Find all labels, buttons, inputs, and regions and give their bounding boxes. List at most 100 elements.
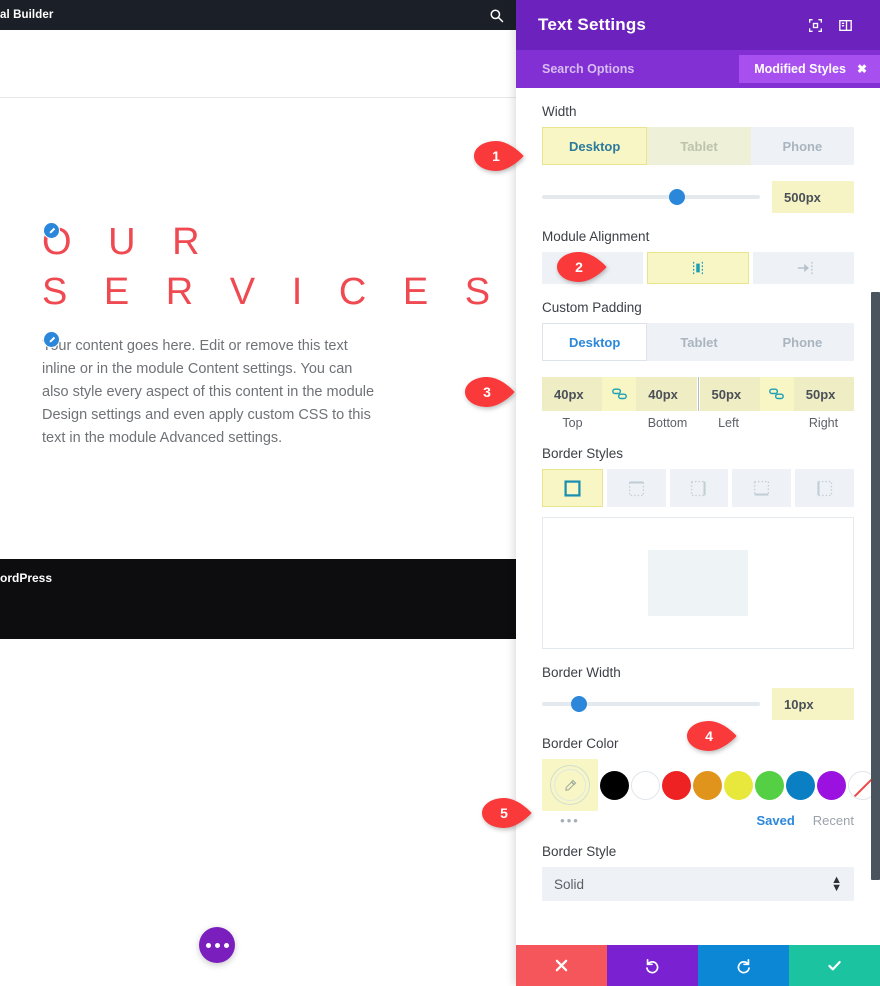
border-top-button[interactable] bbox=[606, 469, 666, 507]
section-border-styles: Border Styles bbox=[542, 446, 854, 649]
border-bottom-button[interactable] bbox=[732, 469, 792, 507]
text-module[interactable]: O U R S E R V I C E S Your content goes … bbox=[42, 217, 504, 450]
swatch-purple[interactable] bbox=[817, 770, 846, 800]
ellipsis-icon bbox=[214, 942, 220, 948]
module-heading-line-1: O U R bbox=[42, 221, 213, 263]
callout-number: 3 bbox=[483, 384, 491, 400]
callout-marker-5: 5 bbox=[480, 798, 532, 828]
width-label: Width bbox=[542, 104, 577, 119]
page-footer-text: ordPress bbox=[0, 571, 53, 585]
width-device-phone[interactable]: Phone bbox=[750, 127, 854, 165]
border-right-button[interactable] bbox=[669, 469, 729, 507]
builder-menu-button[interactable] bbox=[199, 927, 235, 963]
width-device-desktop[interactable]: Desktop bbox=[542, 127, 648, 165]
close-icon[interactable]: ✖ bbox=[857, 62, 867, 76]
swatch-yellow[interactable] bbox=[724, 770, 753, 800]
chain-link-icon[interactable] bbox=[759, 377, 794, 411]
section-width: Width Desktop Tablet Phone 500px bbox=[542, 104, 854, 213]
callout-marker-4: 4 bbox=[685, 721, 737, 751]
border-width-slider-track[interactable] bbox=[542, 696, 760, 712]
save-button[interactable] bbox=[789, 945, 880, 986]
chain-link-icon[interactable] bbox=[602, 377, 637, 411]
edit-pencil-icon[interactable] bbox=[44, 332, 59, 347]
width-slider-track[interactable] bbox=[542, 189, 760, 205]
callout-marker-2: 2 bbox=[555, 252, 607, 282]
callout-number: 5 bbox=[500, 805, 508, 821]
border-width-value-field[interactable]: 10px bbox=[772, 688, 854, 720]
text-settings-panel: Text Settings Search Options Modified St… bbox=[516, 0, 880, 986]
module-body-text: Your content goes here. Edit or remove t… bbox=[42, 338, 375, 446]
callout-marker-1: 1 bbox=[472, 141, 524, 171]
border-style-value: Solid bbox=[554, 876, 585, 892]
panel-scroll-body: Width Desktop Tablet Phone 500px Module … bbox=[516, 88, 880, 945]
panel-scrollbar[interactable] bbox=[871, 292, 880, 880]
padding-bottom-input[interactable]: 40px bbox=[636, 377, 697, 411]
swatch-green[interactable] bbox=[755, 770, 784, 800]
color-meta-row: ••• Saved Recent bbox=[542, 813, 854, 828]
search-icon[interactable] bbox=[481, 0, 511, 30]
border-styles-options bbox=[542, 469, 854, 507]
border-all-button[interactable] bbox=[542, 469, 603, 507]
border-width-label: Border Width bbox=[542, 665, 621, 680]
swatch-black[interactable] bbox=[600, 770, 629, 800]
border-styles-label: Border Styles bbox=[542, 446, 624, 461]
panel-header: Text Settings bbox=[516, 0, 880, 50]
focus-target-icon[interactable] bbox=[802, 12, 828, 38]
padding-bottom-label: Bottom bbox=[647, 416, 688, 430]
swatch-blue[interactable] bbox=[786, 770, 815, 800]
padding-top-label: Top bbox=[562, 416, 583, 430]
panel-footer-actions bbox=[516, 945, 880, 986]
border-style-label: Border Style bbox=[542, 844, 617, 859]
eyedropper-button[interactable] bbox=[542, 759, 598, 811]
padding-label-spacer bbox=[759, 416, 793, 430]
eyedropper-ring-inner bbox=[554, 769, 586, 801]
swatch-red[interactable] bbox=[662, 770, 691, 800]
module-heading: O U R S E R V I C E S bbox=[42, 217, 504, 317]
border-width-slider-row: 10px bbox=[542, 688, 854, 720]
padding-left-input[interactable]: 50px bbox=[699, 377, 760, 411]
callout-number: 4 bbox=[705, 728, 713, 744]
search-options-label: Search Options bbox=[542, 62, 635, 76]
padding-inputs-row: 40px 40px 50px 50px bbox=[542, 377, 854, 411]
border-style-select[interactable]: Solid ▲ ▼ bbox=[542, 867, 854, 901]
tab-saved-colors[interactable]: Saved bbox=[756, 813, 794, 828]
padding-top-input[interactable]: 40px bbox=[542, 377, 603, 411]
padding-left-label: Left bbox=[718, 416, 739, 430]
align-center-button[interactable] bbox=[646, 252, 750, 284]
border-width-slider-knob[interactable] bbox=[571, 696, 588, 712]
width-slider-knob[interactable] bbox=[669, 189, 686, 205]
modified-styles-filter[interactable]: Modified Styles ✖ bbox=[739, 55, 880, 83]
padding-device-phone[interactable]: Phone bbox=[750, 323, 854, 361]
edit-pencil-icon[interactable] bbox=[44, 223, 59, 238]
padding-labels-row: Top Bottom Left Right bbox=[542, 416, 854, 430]
width-device-toggle: Desktop Tablet Phone bbox=[542, 127, 854, 165]
section-custom-padding: Custom Padding Desktop Tablet Phone 40px… bbox=[542, 300, 854, 430]
callout-number: 1 bbox=[492, 148, 500, 164]
padding-right-input[interactable]: 50px bbox=[793, 377, 854, 411]
more-colors-button[interactable]: ••• bbox=[542, 813, 598, 828]
panel-search-bar[interactable]: Search Options Modified Styles ✖ bbox=[516, 50, 880, 88]
panel-title: Text Settings bbox=[538, 15, 647, 34]
visual-builder-title: al Builder bbox=[0, 9, 54, 21]
align-right-button[interactable] bbox=[753, 252, 855, 284]
screenshot-root: al Builder O U R S E R V I C E S Your co… bbox=[0, 0, 880, 986]
module-heading-line-2: S E R V I C E S bbox=[42, 271, 504, 313]
modified-styles-label: Modified Styles bbox=[754, 62, 846, 76]
panel-layout-icon[interactable] bbox=[832, 12, 858, 38]
swatch-orange[interactable] bbox=[693, 770, 722, 800]
cancel-button[interactable] bbox=[516, 945, 607, 986]
width-slider-row: 500px bbox=[542, 181, 854, 213]
padding-device-tablet[interactable]: Tablet bbox=[647, 323, 751, 361]
undo-button[interactable] bbox=[607, 945, 698, 986]
padding-device-desktop[interactable]: Desktop bbox=[542, 323, 648, 361]
border-left-button[interactable] bbox=[795, 469, 854, 507]
page-header-strip bbox=[0, 30, 516, 98]
tab-recent-colors[interactable]: Recent bbox=[813, 813, 854, 828]
width-value-field[interactable]: 500px bbox=[772, 181, 854, 213]
width-device-tablet[interactable]: Tablet bbox=[647, 127, 751, 165]
border-color-swatches bbox=[542, 759, 877, 811]
redo-button[interactable] bbox=[698, 945, 789, 986]
custom-padding-label: Custom Padding bbox=[542, 300, 642, 315]
swatch-white[interactable] bbox=[631, 770, 660, 800]
eyedropper-ring-outer bbox=[550, 765, 590, 805]
